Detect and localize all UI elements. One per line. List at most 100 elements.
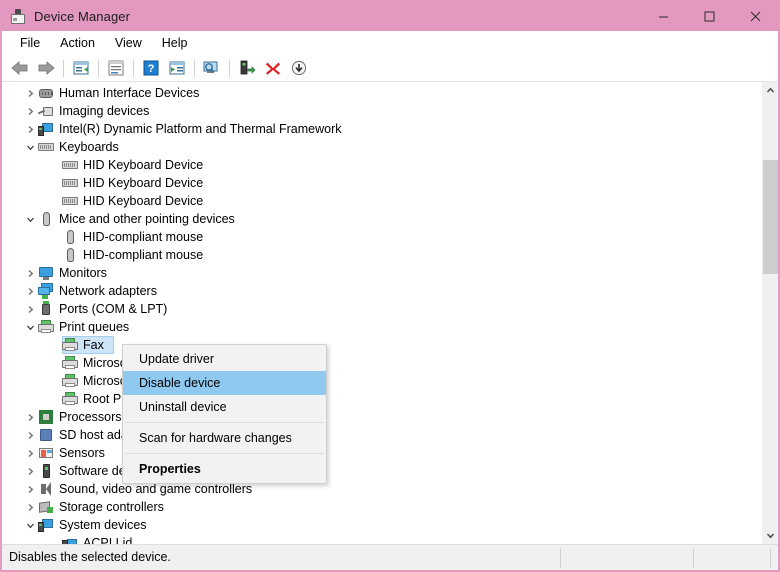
chevron-right-icon[interactable] — [22, 120, 38, 138]
chevron-right-icon[interactable] — [22, 480, 38, 498]
statusbar-resize-grip[interactable] — [770, 548, 771, 568]
toolbar-separator — [133, 59, 134, 77]
tree-item-sound-video-game-controllers[interactable]: Sound, video and game controllers — [2, 480, 757, 498]
tree-item-sensors[interactable]: Sensors — [2, 444, 757, 462]
device-manager-window: Device Manager File Action View Help ? H… — [0, 0, 780, 572]
scan-for-hardware-changes-icon — [203, 61, 218, 73]
forward-icon — [38, 61, 55, 75]
tree-item-software-devices[interactable]: Software devices — [2, 462, 757, 480]
tree-item-keyboards[interactable]: Keyboards — [2, 138, 757, 156]
tree-item-label: Human Interface Devices — [59, 86, 200, 100]
chevron-down-icon[interactable] — [22, 138, 38, 156]
show-hide-console-tree-icon — [73, 61, 89, 75]
tree-item-ports[interactable]: Ports (COM & LPT) — [2, 300, 757, 318]
tree-item-root-print-queue[interactable]: Root Print Queue — [2, 390, 757, 408]
chevron-right-icon[interactable] — [22, 498, 38, 516]
tree-item-microsoft-xps-document-writer[interactable]: Microsoft XPS Document Writer — [2, 372, 757, 390]
chevron-right-icon[interactable] — [22, 426, 38, 444]
chevron-right-icon[interactable] — [22, 462, 38, 480]
statusbar-divider — [693, 548, 694, 568]
tree-item-network-adapters[interactable]: Network adapters — [2, 282, 757, 300]
context-menu-item-disable-device[interactable]: Disable device — [123, 371, 326, 395]
tree-item-monitors[interactable]: Monitors — [2, 264, 757, 282]
tree-item-label: Storage controllers — [59, 500, 164, 514]
chevron-right-icon[interactable] — [22, 408, 38, 426]
chevron-down-icon[interactable] — [22, 318, 38, 336]
chevron-right-icon[interactable] — [22, 444, 38, 462]
toolbar-separator — [98, 59, 99, 77]
tree-item-intel-dynamic-platform[interactable]: Intel(R) Dynamic Platform and Thermal Fr… — [2, 120, 757, 138]
tree-item-storage-controllers[interactable]: Storage controllers — [2, 498, 757, 516]
disable-device-icon — [291, 60, 307, 76]
close-button[interactable] — [732, 2, 778, 31]
disable-device-button[interactable] — [287, 57, 311, 80]
back-button[interactable] — [8, 57, 32, 80]
chevron-right-icon[interactable] — [22, 282, 38, 300]
chevron-right-icon[interactable] — [22, 102, 38, 120]
show-hide-action-pane-button[interactable] — [165, 57, 189, 80]
context-menu-separator — [125, 422, 324, 423]
tree-item-label: System devices — [59, 518, 147, 532]
device-tree: Human Interface Devices Imaging devices — [2, 84, 757, 544]
device-tree-panel[interactable]: Human Interface Devices Imaging devices — [2, 82, 778, 544]
chevron-right-icon[interactable] — [22, 300, 38, 318]
maximize-button[interactable] — [686, 2, 732, 31]
minimize-button[interactable] — [640, 2, 686, 31]
tree-item-microsoft-print-to-pdf[interactable]: Microsoft Print to PDF — [2, 354, 757, 372]
system-device-icon — [38, 121, 54, 137]
chevron-down-icon[interactable] — [22, 210, 38, 228]
menu-help[interactable]: Help — [152, 33, 198, 53]
chevron-down-icon[interactable] — [22, 516, 38, 534]
chevron-right-icon[interactable] — [22, 264, 38, 282]
scan-for-hardware-changes-button[interactable] — [200, 57, 224, 80]
properties-button[interactable] — [104, 57, 128, 80]
uninstall-device-button[interactable] — [261, 57, 285, 80]
context-menu[interactable]: Update driver Disable device Uninstall d… — [122, 344, 327, 484]
chevron-down-icon — [766, 533, 775, 539]
tree-item-hid-keyboard-device[interactable]: HID Keyboard Device — [2, 192, 757, 210]
menu-file[interactable]: File — [10, 33, 50, 53]
mouse-icon — [62, 247, 78, 263]
tree-item-system-devices[interactable]: System devices — [2, 516, 757, 534]
toolbar-separator — [63, 59, 64, 77]
context-menu-item-update-driver[interactable]: Update driver — [123, 347, 326, 371]
tree-item-label: HID Keyboard Device — [83, 176, 204, 190]
context-menu-item-properties[interactable]: Properties — [123, 457, 326, 481]
tree-item-label: HID-compliant mouse — [83, 230, 204, 244]
vertical-scrollbar[interactable] — [761, 82, 778, 544]
tree-item-processors[interactable]: Processors — [2, 408, 757, 426]
tree-item-human-interface-devices[interactable]: Human Interface Devices — [2, 84, 757, 102]
keyboard-icon — [62, 157, 78, 173]
scrollbar-thumb[interactable] — [763, 160, 778, 274]
tree-item-label: Keyboards — [59, 140, 119, 154]
context-menu-separator — [125, 453, 324, 454]
tree-item-hid-compliant-mouse[interactable]: HID-compliant mouse — [2, 228, 757, 246]
tree-item-label: Fax — [83, 338, 104, 352]
show-hide-action-pane-icon — [169, 61, 185, 75]
tree-item-acpi-lid[interactable]: ACPI Lid — [2, 534, 757, 544]
tree-item-print-queues[interactable]: Print queues — [2, 318, 757, 336]
scroll-up-button[interactable] — [762, 82, 778, 99]
scroll-down-button[interactable] — [762, 527, 778, 544]
tree-item-imaging-devices[interactable]: Imaging devices — [2, 102, 757, 120]
help-icon: ? — [143, 60, 159, 76]
help-button[interactable]: ? — [139, 57, 163, 80]
menu-action[interactable]: Action — [50, 33, 105, 53]
context-menu-item-scan-for-hardware-changes[interactable]: Scan for hardware changes — [123, 426, 326, 450]
tree-item-hid-compliant-mouse[interactable]: HID-compliant mouse — [2, 246, 757, 264]
tree-item-sd-host-adapters[interactable]: SD host adapters — [2, 426, 757, 444]
menu-view[interactable]: View — [105, 33, 152, 53]
keyboard-icon — [38, 139, 54, 155]
printer-icon — [62, 337, 78, 353]
context-menu-item-uninstall-device[interactable]: Uninstall device — [123, 395, 326, 419]
update-driver-button[interactable] — [235, 57, 259, 80]
tree-item-hid-keyboard-device[interactable]: HID Keyboard Device — [2, 156, 757, 174]
titlebar[interactable]: Device Manager — [2, 2, 778, 31]
tree-item-fax[interactable]: Fax — [2, 336, 757, 354]
tree-item-hid-keyboard-device[interactable]: HID Keyboard Device — [2, 174, 757, 192]
back-icon — [11, 61, 28, 75]
show-hide-console-tree-button[interactable] — [69, 57, 93, 80]
chevron-right-icon[interactable] — [22, 84, 38, 102]
forward-button[interactable] — [34, 57, 58, 80]
tree-item-mice-and-other-pointing-devices[interactable]: Mice and other pointing devices — [2, 210, 757, 228]
